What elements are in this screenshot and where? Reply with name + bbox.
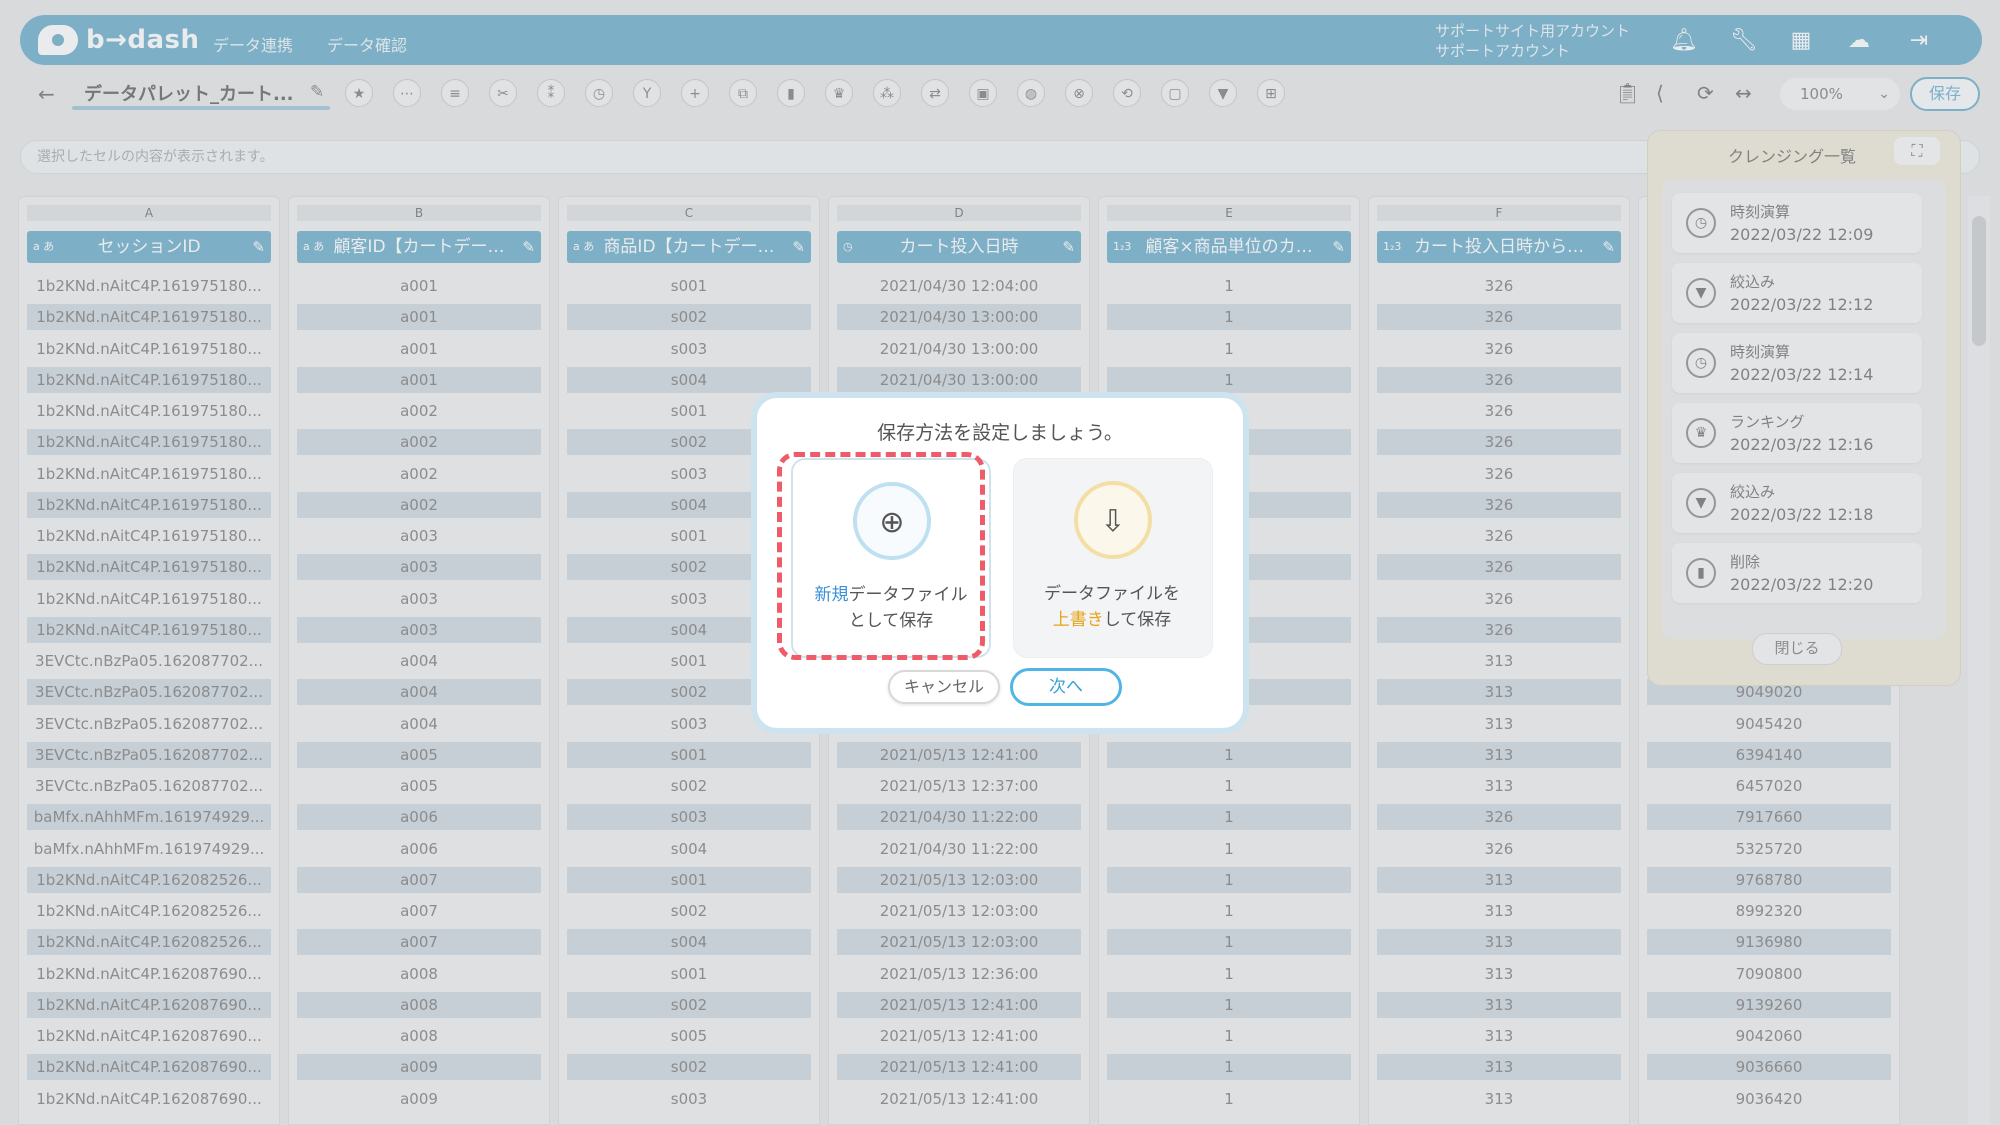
selected-option-highlight — [777, 452, 985, 660]
overwrite-option[interactable]: ⇩ データファイルを 上書きして保存 — [1013, 458, 1213, 658]
next-button[interactable]: 次へ — [1010, 668, 1122, 706]
cancel-button[interactable]: キャンセル — [888, 670, 1000, 704]
dialog-title: 保存方法を設定しましょう。 — [877, 422, 1123, 444]
save-method-dialog: 保存方法を設定しましょう。 ⊕ 新規データファイル として保存 ⇩ データファイ… — [751, 392, 1249, 734]
overwrite-label: データファイルを 上書きして保存 — [1044, 584, 1180, 630]
file-download-icon: ⇩ — [1074, 481, 1152, 559]
